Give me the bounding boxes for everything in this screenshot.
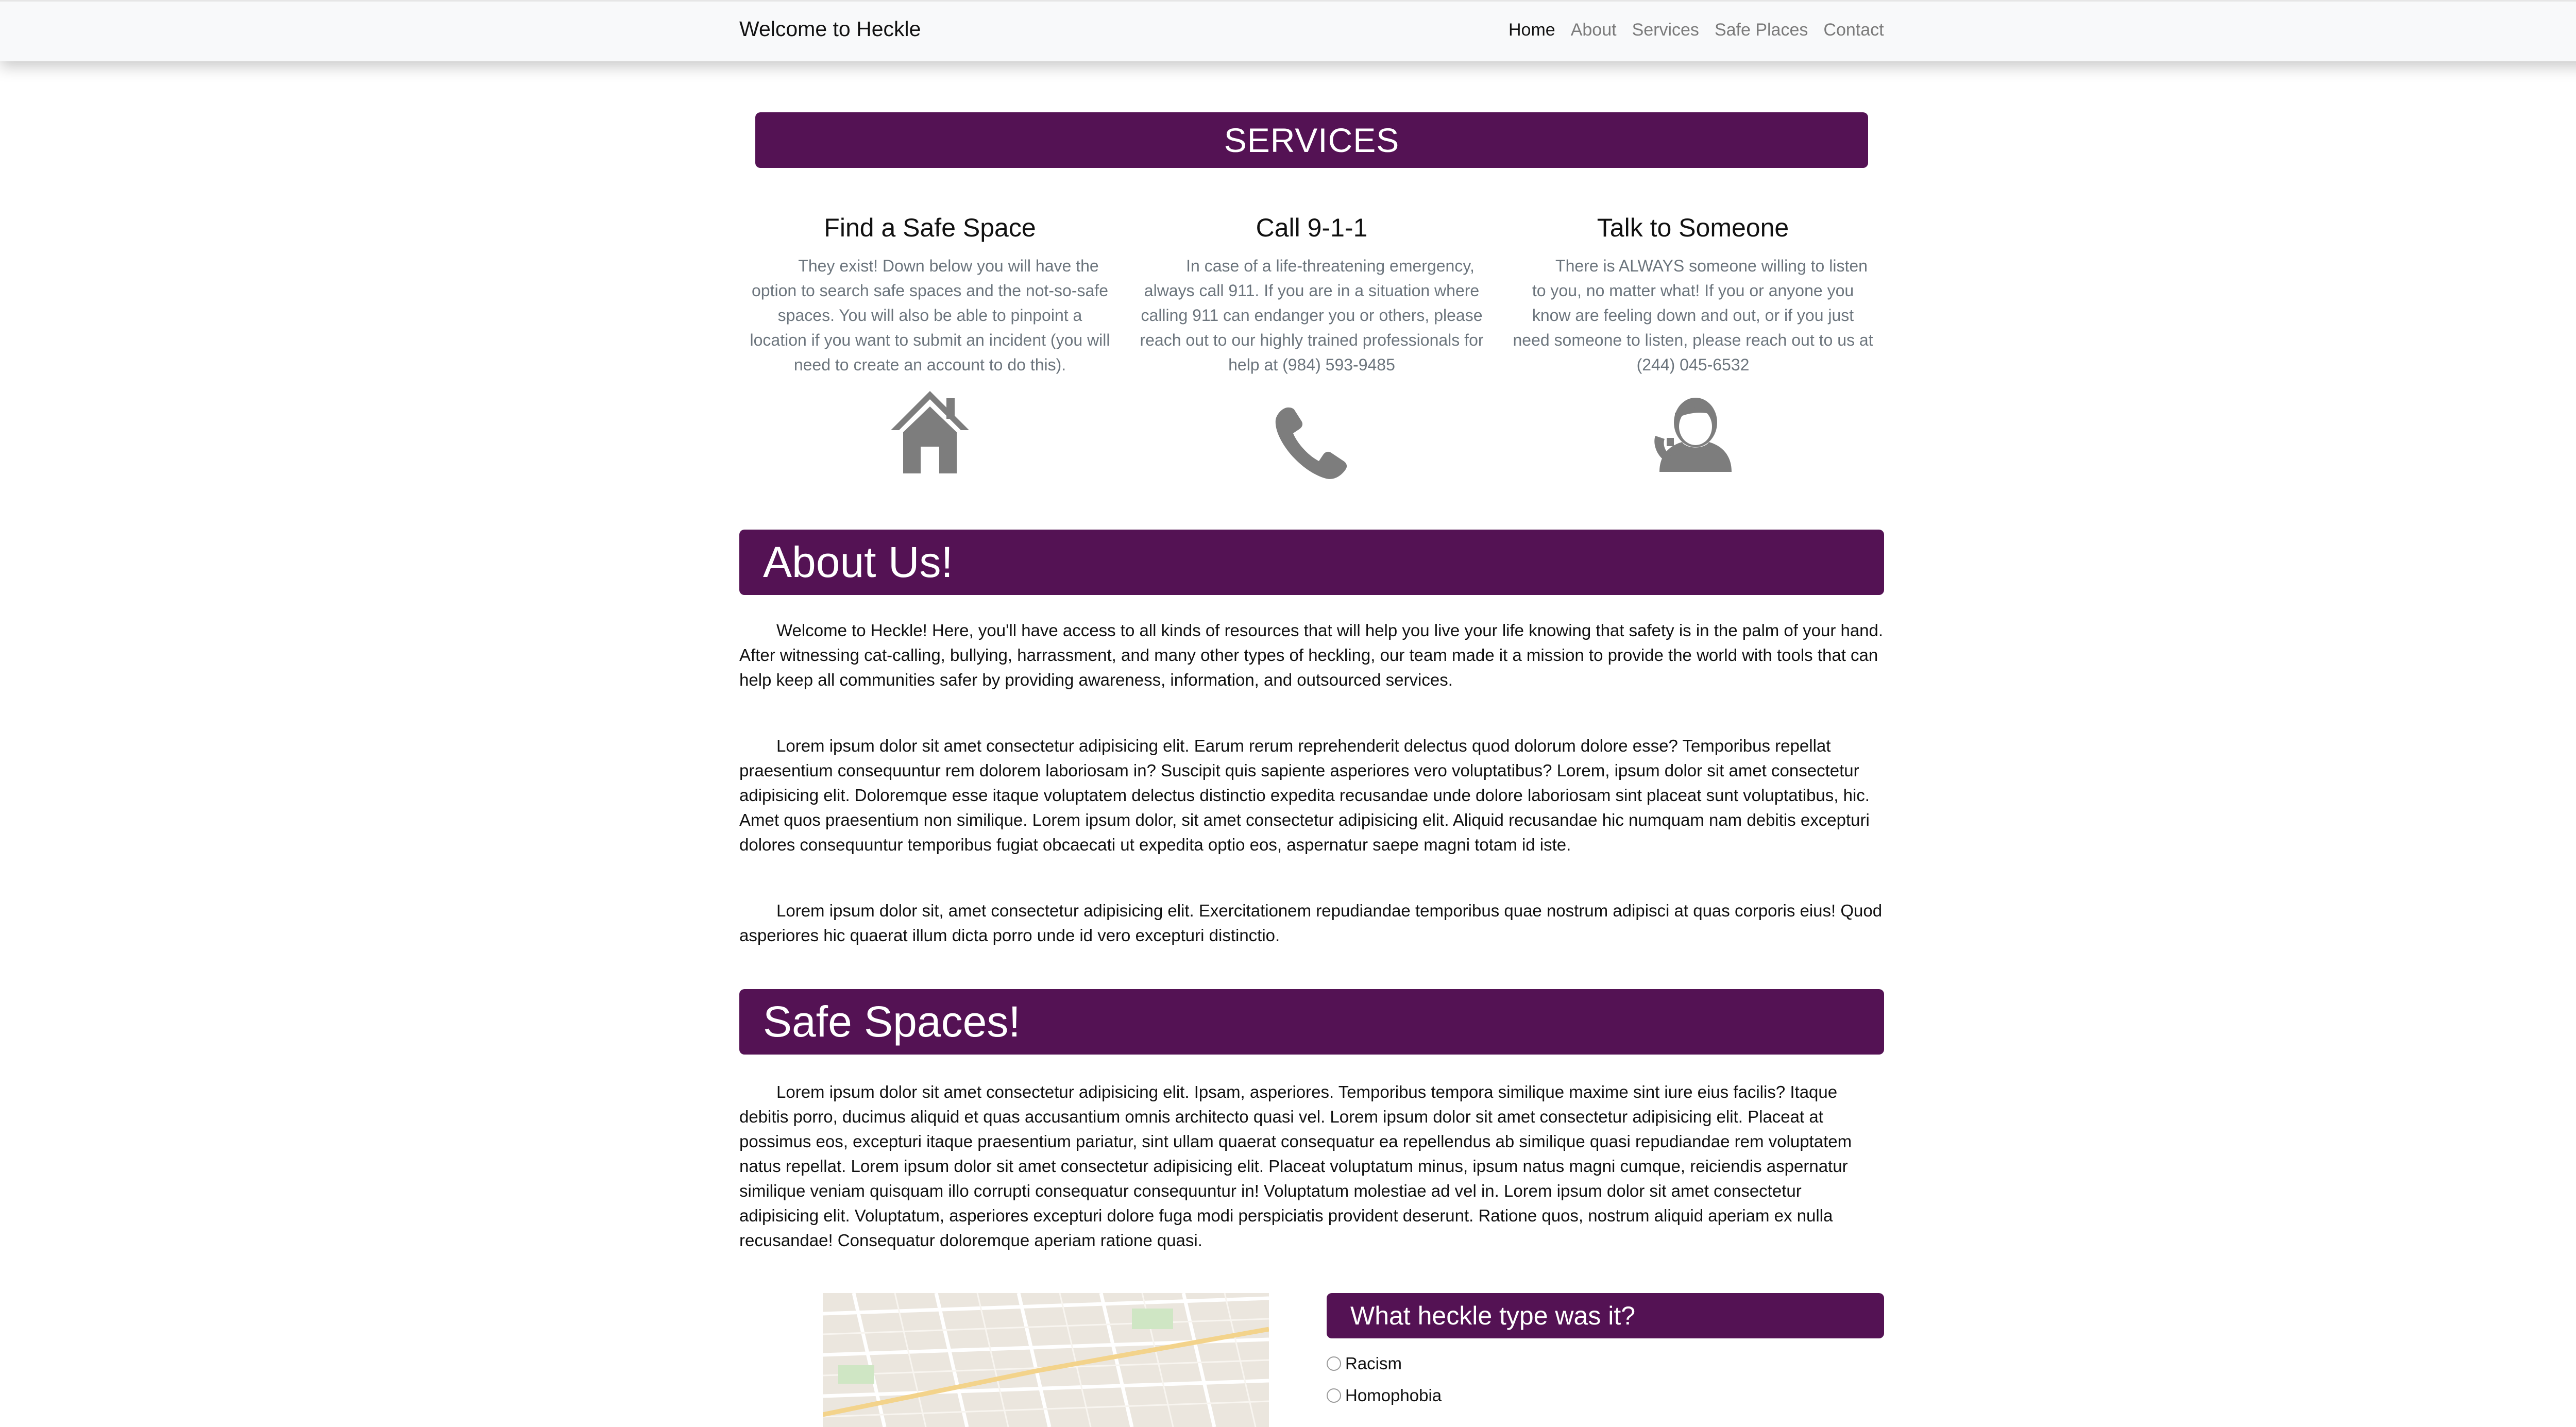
about-heading: About Us! <box>739 530 1884 595</box>
service-description: They exist! Down below you will have the… <box>750 257 1110 374</box>
heckle-option-racism[interactable]: Racism <box>1327 1354 1402 1373</box>
radio-label: Homophobia <box>1345 1386 1442 1405</box>
services-heading: SERVICES <box>755 112 1868 168</box>
radio-label: Racism <box>1345 1354 1402 1373</box>
nav-link-about[interactable]: About <box>1571 20 1617 40</box>
nav-links: Home About Services Safe Places Contact <box>1509 20 1884 40</box>
service-title: Talk to Someone <box>1597 213 1789 242</box>
service-title: Find a Safe Space <box>824 213 1036 242</box>
nav-link-safe-places[interactable]: Safe Places <box>1715 20 1808 40</box>
phone-icon <box>1275 407 1347 479</box>
map-streets <box>823 1293 1269 1427</box>
navbar-brand[interactable]: Welcome to Heckle <box>739 17 921 41</box>
nav-link-contact[interactable]: Contact <box>1823 20 1884 40</box>
about-paragraph: Lorem ipsum dolor sit amet consectetur a… <box>739 736 1870 854</box>
service-card-talk: Talk to Someone There is ALWAYS someone … <box>1513 209 1873 377</box>
about-paragraph: Lorem ipsum dolor sit, amet consectetur … <box>739 901 1883 945</box>
navbar: Welcome to Heckle Home About Services Sa… <box>0 0 2576 61</box>
service-description: In case of a life-threatening emergency,… <box>1140 257 1484 374</box>
heckle-type-heading: What heckle type was it? <box>1327 1293 1884 1338</box>
safe-spaces-heading: Safe Spaces! <box>739 989 1884 1055</box>
support-agent-icon <box>1654 398 1732 472</box>
radio-button[interactable] <box>1327 1356 1341 1371</box>
house-icon <box>891 391 969 473</box>
radio-button[interactable] <box>1327 1388 1341 1403</box>
about-paragraph: Welcome to Heckle! Here, you'll have acc… <box>739 621 1884 689</box>
service-title: Call 9-1-1 <box>1256 213 1368 242</box>
nav-link-home[interactable]: Home <box>1509 20 1555 40</box>
service-card-safe-space: Find a Safe Space They exist! Down below… <box>750 209 1110 377</box>
nav-link-services[interactable]: Services <box>1632 20 1699 40</box>
service-description: There is ALWAYS someone willing to liste… <box>1513 257 1873 374</box>
safe-spaces-paragraph: Lorem ipsum dolor sit amet consectetur a… <box>739 1082 1852 1250</box>
heckle-option-homophobia[interactable]: Homophobia <box>1327 1386 1442 1405</box>
service-card-call-911: Call 9-1-1 In case of a life-threatening… <box>1131 209 1492 377</box>
map[interactable] <box>823 1293 1269 1427</box>
